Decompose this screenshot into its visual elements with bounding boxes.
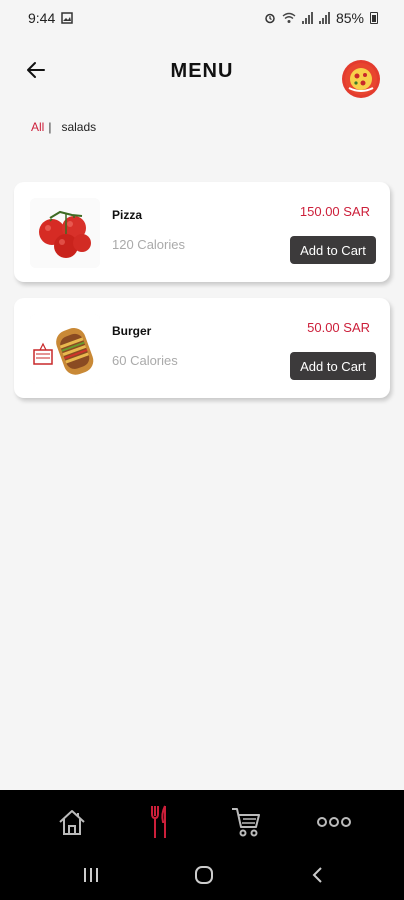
recents-button[interactable]	[79, 863, 103, 887]
nav-menu[interactable]	[142, 804, 178, 840]
restaurant-logo-icon	[345, 63, 377, 95]
add-to-cart-button[interactable]: Add to Cart	[290, 236, 376, 264]
item-price: 150.00 SAR	[299, 204, 370, 219]
add-to-cart-button[interactable]: Add to Cart	[290, 352, 376, 380]
fork-knife-icon	[151, 805, 166, 838]
wifi-icon	[282, 12, 296, 23]
status-bar: 9:44 85%	[0, 0, 404, 36]
more-icon	[317, 817, 351, 827]
recents-icon	[84, 868, 98, 882]
item-price: 50.00 SAR	[307, 320, 370, 335]
gallery-notification-icon	[61, 12, 73, 24]
home-circle-icon	[195, 866, 213, 884]
nav-home[interactable]	[54, 804, 90, 840]
battery-percent: 85%	[335, 10, 364, 26]
tab-salads[interactable]: salads	[61, 120, 96, 134]
system-nav-bar	[0, 850, 404, 900]
category-tabs: All | salads	[31, 120, 96, 134]
sandwich-image	[30, 314, 100, 384]
tab-separator: |	[48, 120, 52, 134]
item-name: Burger	[112, 324, 152, 338]
item-calories: 120 Calories	[112, 237, 185, 252]
nav-more[interactable]	[314, 804, 354, 840]
item-calories: 60 Calories	[112, 353, 178, 368]
home-system-button[interactable]	[192, 863, 216, 887]
menu-item-card[interactable]: Pizza 120 Calories 150.00 SAR Add to Car…	[14, 182, 390, 282]
header: MENU	[0, 50, 404, 100]
status-time: 9:44	[28, 10, 56, 26]
tab-all[interactable]: All	[31, 120, 44, 134]
alarm-icon	[265, 13, 275, 24]
back-system-button[interactable]	[306, 863, 330, 887]
tomatoes-image	[30, 198, 100, 268]
back-chevron-icon	[312, 867, 322, 883]
signal-icon	[301, 12, 313, 24]
battery-icon	[370, 12, 378, 24]
bottom-nav	[0, 790, 404, 850]
restaurant-logo[interactable]	[342, 60, 380, 98]
nav-cart[interactable]	[228, 804, 264, 840]
item-name: Pizza	[112, 208, 143, 222]
cart-icon	[232, 808, 260, 837]
menu-item-card[interactable]: Burger 60 Calories 50.00 SAR Add to Cart	[14, 298, 390, 398]
signal-icon-2	[318, 12, 330, 24]
home-icon	[59, 810, 85, 835]
